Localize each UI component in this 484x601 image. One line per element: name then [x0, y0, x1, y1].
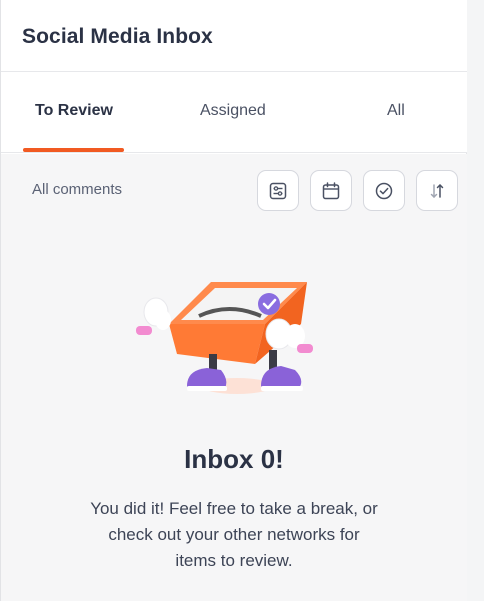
filter-button[interactable]	[257, 170, 299, 211]
check-circle-icon	[375, 182, 393, 199]
empty-state-message-line: check out your other networks for	[108, 525, 360, 544]
empty-state-title: Inbox 0!	[184, 444, 284, 474]
date-button[interactable]	[310, 170, 352, 211]
page-title: Social Media Inbox	[22, 25, 213, 48]
tab-all[interactable]: All	[387, 102, 405, 120]
inbox-panel: Social Media Inbox To Review Assigned Al…	[0, 0, 467, 601]
sort-icon	[430, 183, 444, 198]
right-gutter	[466, 0, 484, 601]
tab-to-review[interactable]: To Review	[35, 102, 113, 120]
mark-complete-button[interactable]	[363, 170, 405, 211]
filter-sliders-icon	[269, 182, 287, 199]
empty-state-message-line: You did it! Feel free to take a break, o…	[90, 499, 378, 518]
sort-button[interactable]	[416, 170, 458, 211]
inbox-zero-illustration	[136, 282, 313, 394]
empty-state-message: You did it! Feel free to take a break, o…	[59, 496, 409, 574]
tab-bar: To Review Assigned All	[1, 72, 467, 153]
calendar-icon	[322, 181, 340, 199]
tab-assigned[interactable]: Assigned	[200, 102, 266, 120]
panel-header: Social Media Inbox	[1, 0, 467, 72]
comments-filter-label[interactable]: All comments	[32, 181, 122, 198]
empty-state-message-line: items to review.	[175, 551, 293, 570]
active-tab-indicator	[23, 148, 124, 152]
inbox-content: All comments Inbox 0! You did it! Feel f…	[1, 154, 467, 601]
